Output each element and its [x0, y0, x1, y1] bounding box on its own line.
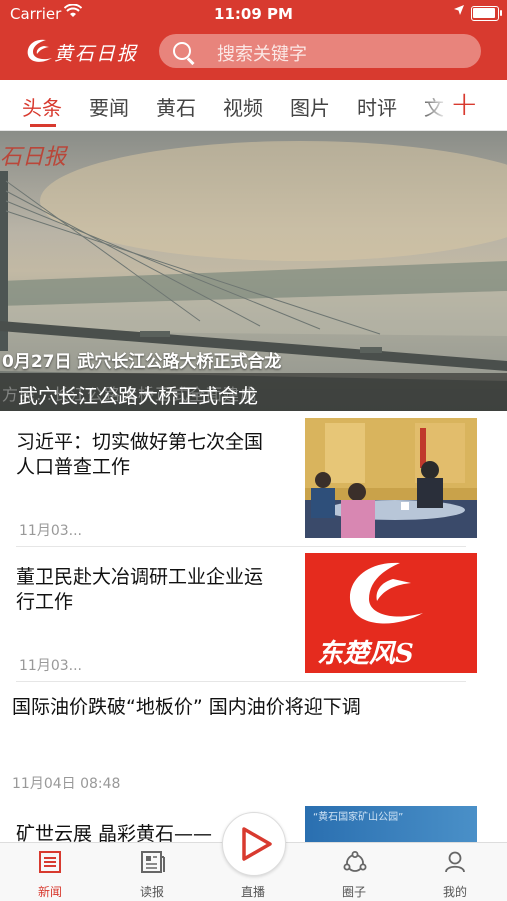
- tab-bar-circle[interactable]: 圈子: [324, 843, 384, 901]
- tab-bar-newspaper[interactable]: 读报: [122, 843, 182, 901]
- battery-icon: [471, 6, 502, 21]
- tab-bar-label: 读报: [139, 885, 164, 899]
- app-header: Carrier 11:09 PM 黄石日报 搜索关键字: [0, 0, 507, 80]
- logo-text: 黄石日报: [54, 43, 139, 65]
- search-icon: [173, 42, 191, 60]
- tab-huangshi[interactable]: 黄石: [156, 92, 196, 121]
- category-tabs: 头条 要闻 黄石 视频 图片 时评 文 +: [0, 80, 507, 131]
- news-time: 11月04日 08:48: [12, 776, 121, 792]
- add-channel-button[interactable]: +: [450, 84, 479, 124]
- news-thumbnail: 东楚风S: [305, 553, 477, 673]
- tab-commentary[interactable]: 时评: [357, 92, 397, 121]
- news-time: 11月03...: [19, 658, 82, 674]
- tab-bar-label: 直播: [240, 885, 265, 899]
- play-icon: [240, 826, 274, 866]
- news-title: 习近平：切实做好第七次全国人口普查工作: [16, 431, 264, 478]
- list-item[interactable]: 习近平：切实做好第七次全国人口普查工作 11月03...: [0, 412, 507, 546]
- newspaper-icon: [141, 851, 165, 873]
- news-thumbnail: [305, 418, 477, 538]
- tab-news[interactable]: 要闻: [89, 92, 129, 121]
- status-bar: Carrier 11:09 PM: [0, 0, 507, 28]
- thumb-brand-text: 东楚风S: [317, 639, 414, 669]
- list-item[interactable]: 董卫民赴大冶调研工业企业运行工作 11月03... 东楚风S: [0, 547, 507, 681]
- tab-video[interactable]: 视频: [223, 92, 263, 121]
- tab-bar-profile[interactable]: 我的: [425, 843, 485, 901]
- app-logo[interactable]: 黄石日报: [24, 36, 154, 68]
- search-placeholder: 搜索关键字: [217, 44, 307, 65]
- list-item[interactable]: 国际油价跌破“地板价” 国内油价将迎下调 11月04日 08:48: [0, 682, 507, 802]
- tab-bar-label: 新闻: [37, 885, 62, 899]
- tab-headline[interactable]: 头条: [22, 92, 62, 121]
- news-thumbnail: “黄石国家矿山公园”: [305, 806, 477, 842]
- active-tab-indicator: [30, 124, 56, 127]
- hero-overlay-caption: 0月27日 武穴长江公路大桥正式合龙: [2, 352, 282, 372]
- live-play-button[interactable]: [222, 812, 286, 876]
- news-time: 11月03...: [19, 523, 82, 539]
- news-title: 国际油价跌破“地板价” 国内油价将迎下调: [12, 696, 361, 718]
- tab-bar-label: 圈子: [341, 885, 366, 899]
- news-icon: [39, 851, 61, 873]
- hero-banner[interactable]: 石日报 0月27日 武穴长江公路大桥正式合龙 方民…长江公路大桥正式全面建成 武…: [0, 131, 507, 411]
- tab-pictures[interactable]: 图片: [290, 92, 330, 121]
- tab-bar-label: 我的: [442, 885, 467, 899]
- circle-icon: [343, 851, 367, 873]
- tab-bar-news[interactable]: 新闻: [20, 843, 80, 901]
- location-icon: [453, 4, 465, 20]
- profile-icon: [444, 851, 466, 873]
- hero-watermark: 石日报: [0, 145, 67, 170]
- status-time: 11:09 PM: [214, 5, 293, 23]
- news-title: 董卫民赴大冶调研工业企业运行工作: [16, 566, 264, 613]
- hero-title: 武穴长江公路大桥正式合龙: [18, 384, 258, 408]
- search-input[interactable]: 搜索关键字: [159, 34, 481, 68]
